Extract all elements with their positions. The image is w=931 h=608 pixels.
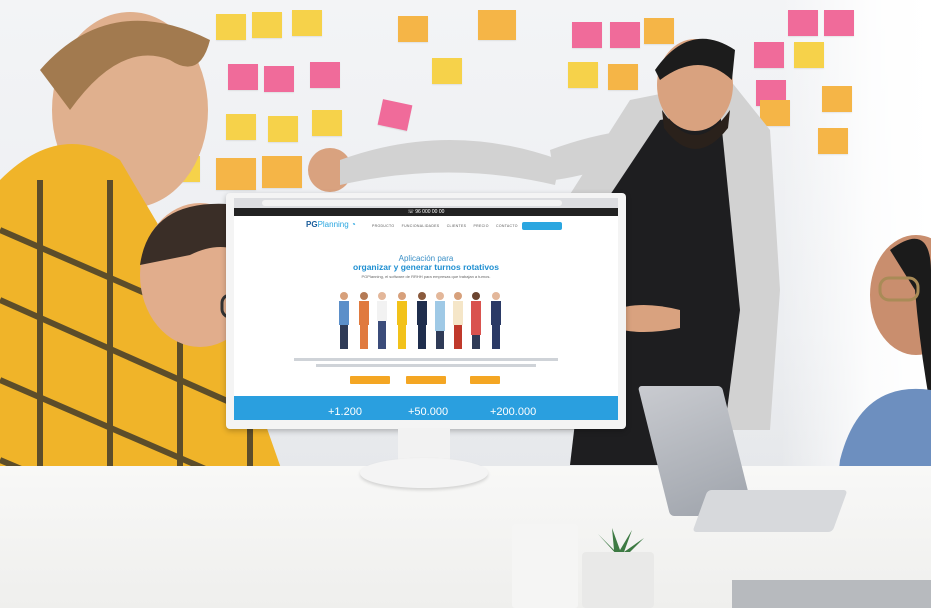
monitor-screen: ☏ 96 000 00 00 PGPlanning ◔ PRODUCTO FUN… bbox=[234, 198, 618, 420]
stats-bar: +1.200 +50.000 +200.000 bbox=[234, 396, 618, 420]
sticky-note bbox=[824, 10, 854, 36]
hero-button bbox=[406, 376, 446, 384]
nav-link: PRECIO bbox=[473, 224, 489, 228]
body-copy-line bbox=[294, 358, 558, 361]
monitor-base bbox=[360, 458, 488, 488]
stat-value: +200.000 bbox=[490, 406, 537, 418]
sticky-note bbox=[818, 128, 848, 154]
nav-link: FUNCIONALIDADES bbox=[401, 224, 440, 228]
stat-value: +1.200 bbox=[328, 406, 362, 418]
sticky-note bbox=[822, 86, 852, 112]
nav-link: CONTACTO bbox=[496, 224, 518, 228]
hero-description: PGPlanning, el software de RRHH para emp… bbox=[361, 274, 491, 279]
stat-value: +50.000 bbox=[408, 406, 449, 418]
workers-illustration bbox=[339, 292, 501, 349]
laptop-keyboard bbox=[692, 490, 848, 532]
body-copy-line bbox=[316, 364, 536, 367]
pen-cup bbox=[512, 524, 578, 608]
foreground-laptop bbox=[732, 580, 931, 608]
plant-pot bbox=[582, 552, 654, 608]
site-cta-button bbox=[522, 222, 562, 230]
office-photo: ☏ 96 000 00 00 PGPlanning ◔ PRODUCTO FUN… bbox=[0, 0, 931, 608]
nav-link: CLIENTES bbox=[446, 224, 467, 228]
browser-toolbar bbox=[234, 198, 618, 208]
site-navbar: PGPlanning ◔ PRODUCTO FUNCIONALIDADES CL… bbox=[234, 216, 618, 236]
hero-button bbox=[350, 376, 390, 384]
hero-button bbox=[470, 376, 500, 384]
address-bar bbox=[262, 200, 562, 206]
hero-title: organizar y generar turnos rotativos bbox=[353, 262, 499, 272]
site-logo: PGPlanning ◔ bbox=[306, 220, 356, 229]
monitor: ☏ 96 000 00 00 PGPlanning ◔ PRODUCTO FUN… bbox=[226, 193, 626, 429]
nav-link: PRODUCTO bbox=[372, 224, 395, 228]
site-top-strip: ☏ 96 000 00 00 bbox=[234, 208, 618, 216]
